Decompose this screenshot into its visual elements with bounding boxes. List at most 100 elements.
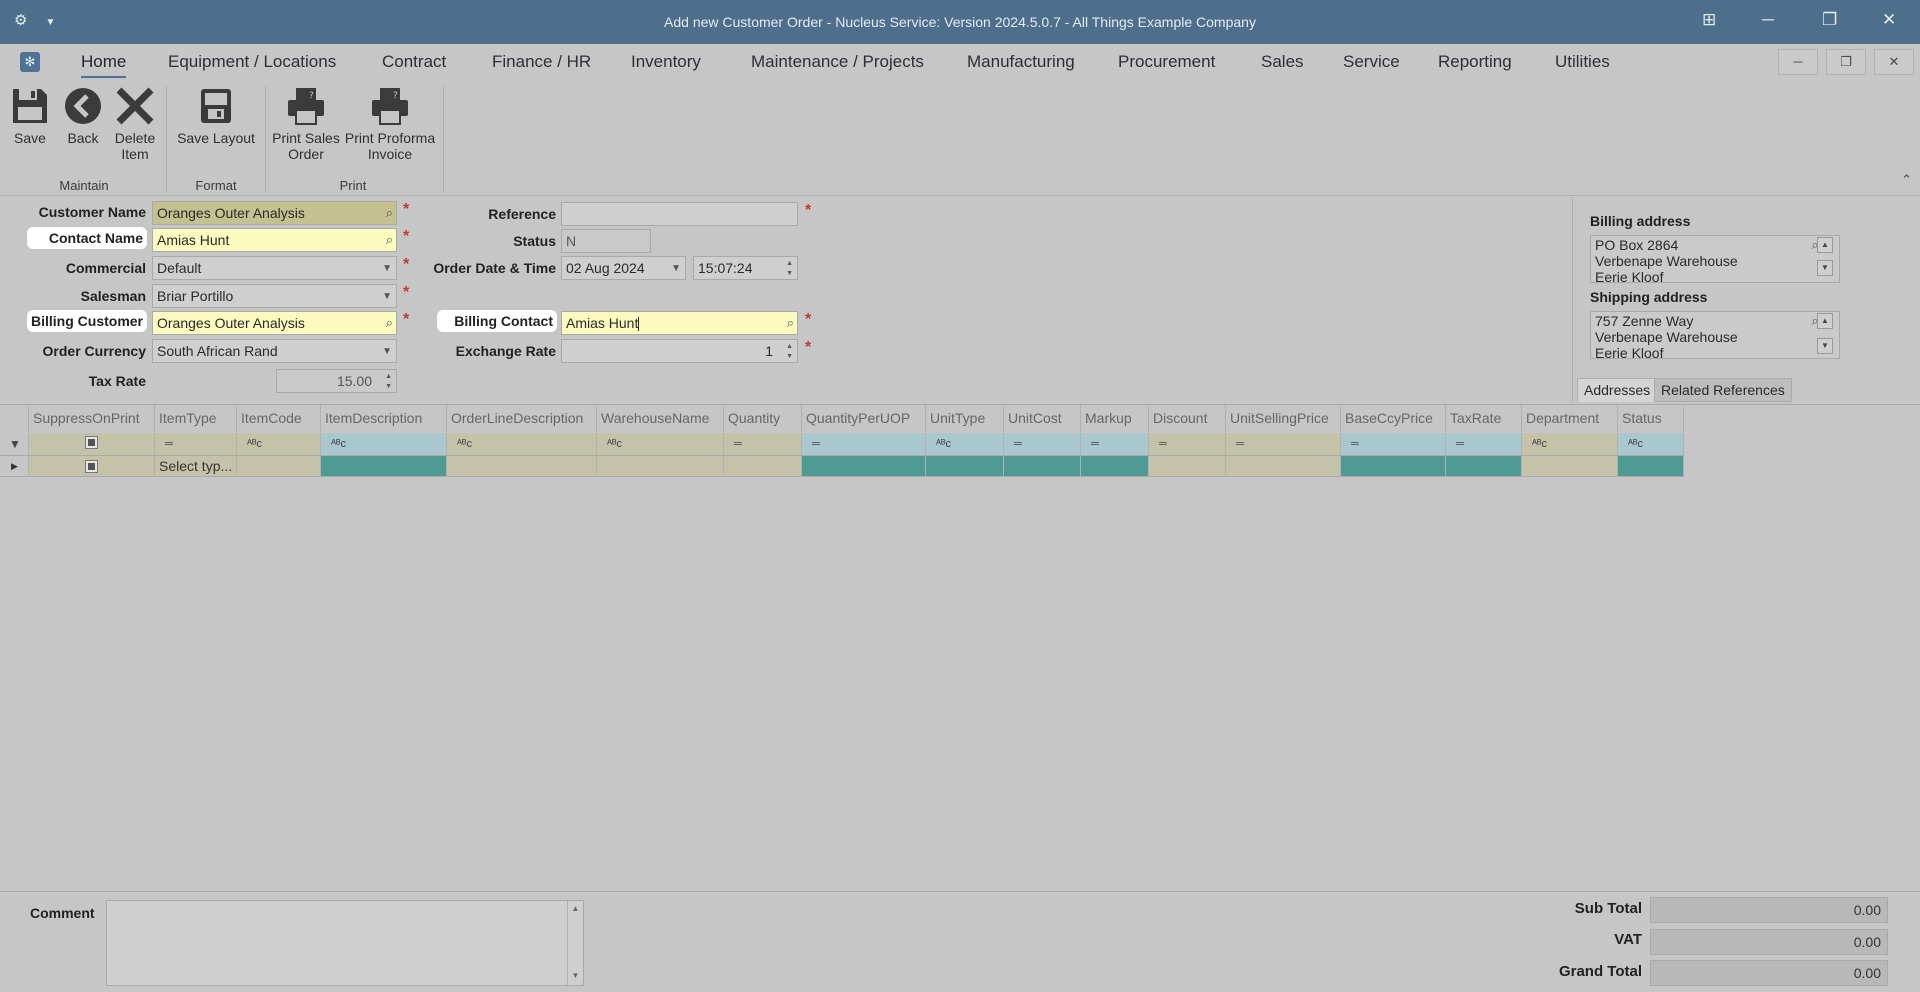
table-row-cell[interactable] <box>1341 455 1446 477</box>
menu-manufacturing[interactable]: Manufacturing <box>967 52 1075 72</box>
customer-name-field[interactable]: Oranges Outer Analysis ⌕ <box>152 201 397 225</box>
exchange-rate-field[interactable]: 1 ▲ ▼ <box>561 339 798 363</box>
spin-arrows-icon[interactable]: ▲ ▼ <box>385 372 392 392</box>
scroll-down-icon[interactable]: ▼ <box>1817 338 1833 354</box>
filter-text-icon[interactable]: ᴬᴮc <box>447 433 597 455</box>
mdi-close-button[interactable]: ✕ <box>1874 49 1914 75</box>
column-header[interactable]: Markup <box>1081 405 1149 432</box>
filter-equals-icon[interactable]: ═ <box>155 433 237 455</box>
collapse-ribbon-icon[interactable]: ⌃ <box>1901 172 1912 188</box>
table-row-cell[interactable] <box>237 455 321 477</box>
table-row-cell[interactable] <box>321 455 447 477</box>
close-window-icon[interactable]: ✕ <box>1882 10 1896 30</box>
shipping-address-box[interactable]: 757 Zenne Way Verbenape Warehouse Eerie … <box>1590 311 1840 359</box>
ribbon-display-icon[interactable]: ⊞ <box>1702 10 1716 30</box>
column-header[interactable]: UnitCost <box>1004 405 1081 432</box>
commercial-select[interactable]: Default ▼ <box>152 256 397 280</box>
column-header[interactable]: SuppressOnPrint <box>29 405 155 432</box>
table-row-cell[interactable] <box>724 455 802 477</box>
column-header[interactable]: Status <box>1618 405 1684 432</box>
chevron-down-icon[interactable]: ▼ <box>671 258 681 279</box>
column-header[interactable]: TaxRate <box>1446 405 1522 432</box>
column-header[interactable]: QuantityPerUOP <box>802 405 926 432</box>
menu-contract[interactable]: Contract <box>382 52 446 72</box>
column-header[interactable]: UnitType <box>926 405 1004 432</box>
menu-sales[interactable]: Sales <box>1261 52 1304 72</box>
menu-maintenance-projects[interactable]: Maintenance / Projects <box>751 52 924 72</box>
scroll-up-icon[interactable]: ▲ <box>1817 313 1833 329</box>
chevron-down-icon[interactable]: ▼ <box>382 341 392 362</box>
delete-item-button[interactable]: Delete Item <box>113 86 157 162</box>
save-button[interactable]: Save <box>10 86 50 146</box>
chevron-down-icon[interactable]: ▼ <box>382 286 392 307</box>
restore-window-icon[interactable]: ❐ <box>1822 10 1837 30</box>
salesman-select[interactable]: Briar Portillo ▼ <box>152 284 397 308</box>
column-header[interactable]: Quantity <box>724 405 802 432</box>
contact-name-field[interactable]: Amias Hunt ⌕ <box>152 228 397 252</box>
table-row-cell[interactable] <box>1004 455 1081 477</box>
table-row-cell[interactable] <box>1618 455 1684 477</box>
table-row-cell[interactable]: Select typ... <box>155 455 237 477</box>
column-header[interactable]: BaseCcyPrice <box>1341 405 1446 432</box>
table-row-cell[interactable] <box>447 455 597 477</box>
filter-text-icon[interactable]: ᴬᴮc <box>237 433 321 455</box>
menu-utilities[interactable]: Utilities <box>1555 52 1610 72</box>
table-row-cell[interactable] <box>1522 455 1618 477</box>
menu-procurement[interactable]: Procurement <box>1118 52 1215 72</box>
comment-scrollbar[interactable]: ▲ ▼ <box>567 901 583 985</box>
tab-related-references[interactable]: Related References <box>1654 378 1792 402</box>
billing-contact-field[interactable]: Amias Hunt ⌕ <box>561 311 798 335</box>
search-icon[interactable]: ⌕ <box>787 312 794 334</box>
tax-rate-field[interactable]: 15.00 ▲ ▼ <box>276 369 397 393</box>
order-currency-select[interactable]: South African Rand ▼ <box>152 339 397 363</box>
column-header[interactable]: ItemType <box>155 405 237 432</box>
column-header[interactable]: ItemDescription <box>321 405 447 432</box>
app-logo-icon[interactable]: ✻ <box>20 52 40 72</box>
back-button[interactable]: Back <box>62 86 104 146</box>
print-sales-order-button[interactable]: ? Print Sales Order <box>270 86 342 162</box>
column-header[interactable]: WarehouseName <box>597 405 724 432</box>
order-date-picker[interactable]: 02 Aug 2024 ▼ <box>561 256 686 280</box>
filter-icon[interactable]: ▼ <box>0 433 29 455</box>
column-header[interactable]: Department <box>1522 405 1618 432</box>
order-time-field[interactable]: 15:07:24 ▲ ▼ <box>693 256 798 280</box>
billing-address-box[interactable]: PO Box 2864 Verbenape Warehouse Eerie Kl… <box>1590 235 1840 283</box>
filter-equals-icon[interactable]: ═ <box>1226 433 1341 455</box>
filter-equals-icon[interactable]: ═ <box>802 433 926 455</box>
filter-equals-icon[interactable]: ═ <box>1081 433 1149 455</box>
billing-customer-field[interactable]: Oranges Outer Analysis ⌕ <box>152 311 397 335</box>
mdi-minimize-button[interactable]: ─ <box>1778 49 1818 75</box>
checkbox[interactable] <box>85 436 98 449</box>
minimize-window-icon[interactable]: ─ <box>1762 10 1774 30</box>
checkbox[interactable] <box>85 460 98 473</box>
filter-equals-icon[interactable]: ═ <box>724 433 802 455</box>
scroll-down-icon[interactable]: ▼ <box>1817 260 1833 276</box>
table-row-cell[interactable] <box>597 455 724 477</box>
column-header[interactable]: Discount <box>1149 405 1226 432</box>
search-icon[interactable]: ⌕ <box>386 202 393 224</box>
filter-text-icon[interactable]: ᴬᴮc <box>1522 433 1618 455</box>
filter-equals-icon[interactable]: ═ <box>1341 433 1446 455</box>
spin-arrows-icon[interactable]: ▲ ▼ <box>786 342 793 362</box>
table-row-cell[interactable] <box>1081 455 1149 477</box>
filter-equals-icon[interactable]: ═ <box>1446 433 1522 455</box>
mdi-restore-button[interactable]: ❐ <box>1826 49 1866 75</box>
filter-text-icon[interactable]: ᴬᴮc <box>1618 433 1684 455</box>
table-row-cell[interactable] <box>802 455 926 477</box>
table-row-cell[interactable] <box>1446 455 1522 477</box>
menu-inventory[interactable]: Inventory <box>631 52 701 72</box>
menu-service[interactable]: Service <box>1343 52 1400 72</box>
print-proforma-invoice-button[interactable]: ? Print Proforma Invoice <box>344 86 436 162</box>
reference-field[interactable] <box>561 202 798 226</box>
filter-equals-icon[interactable]: ═ <box>1004 433 1081 455</box>
search-icon[interactable]: ⌕ <box>386 229 393 251</box>
table-row-cell[interactable] <box>1226 455 1341 477</box>
menu-home[interactable]: Home <box>81 52 127 78</box>
filter-text-icon[interactable]: ᴬᴮc <box>321 433 447 455</box>
search-icon[interactable]: ⌕ <box>386 312 393 334</box>
scroll-up-icon[interactable]: ▲ <box>1817 237 1833 253</box>
filter-equals-icon[interactable]: ═ <box>1149 433 1226 455</box>
filter-text-icon[interactable]: ᴬᴮc <box>597 433 724 455</box>
menu-reporting[interactable]: Reporting <box>1438 52 1512 72</box>
column-header[interactable]: OrderLineDescription <box>447 405 597 432</box>
